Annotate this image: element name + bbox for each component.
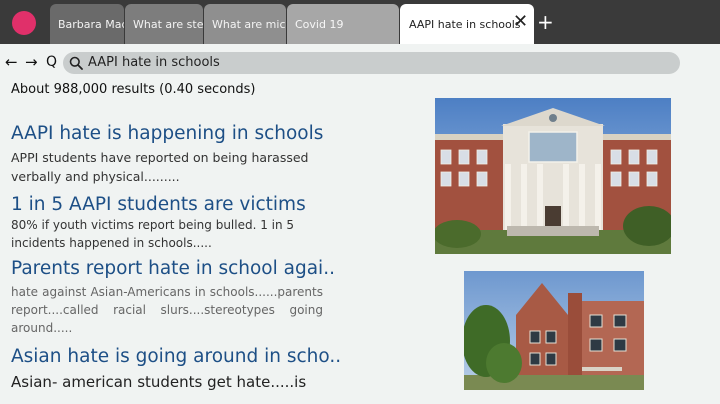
plus-icon[interactable]: + [537,11,554,33]
result-snippet: hate against Asian-Americans in schools.… [11,285,323,335]
results-stats: About 988,000 results (0.40 seconds) [11,82,256,97]
app-logo-icon[interactable] [12,11,36,35]
brick-school-image[interactable] [464,271,644,390]
search-input[interactable]: AAPI hate in schools [63,52,680,74]
search-query: AAPI hate in schools [88,55,220,70]
tab-label: What are micr... [212,18,286,31]
tab-label: Barbara Mad [58,18,124,31]
reload-icon[interactable]: Q [46,53,57,71]
search-result: AAPI hate is happening in schools APPI s… [11,123,331,186]
result-snippet: APPI students have reported on being har… [11,150,309,184]
tab-covid-19[interactable]: Covid 19 [287,4,399,44]
navigation-bar: ← → Q AAPI hate in schools [0,50,720,76]
forward-arrow-icon[interactable]: → [25,53,38,71]
result-title-link[interactable]: Asian hate is going around in scho.. [11,346,341,368]
search-icon [69,56,83,70]
tab-label: What are ster [133,18,203,31]
tab-label: Covid 19 [295,18,344,31]
search-result: Parents report hate in school agai.. hat… [11,258,335,337]
search-result: 1 in 5 AAPI students are victims 80% if … [11,194,331,252]
result-title-link[interactable]: 1 in 5 AAPI students are victims [11,194,331,216]
result-snippet: Asian- american students get hate.....is [11,373,307,391]
result-title-link[interactable]: Parents report hate in school agai.. [11,258,335,280]
result-snippet: 80% if youth victims report being bulled… [11,218,295,250]
tab-bar: Barbara Mad What are ster What are micr.… [0,0,720,44]
tab-label: AAPI hate in schools [409,18,521,31]
search-result: Asian hate is going around in scho.. Asi… [11,346,341,393]
tab-what-are-ster[interactable]: What are ster [125,4,203,44]
tab-what-are-micr[interactable]: What are micr... [204,4,286,44]
tab-barbara[interactable]: Barbara Mad [50,4,124,44]
back-arrow-icon[interactable]: ← [5,53,18,71]
close-icon[interactable]: ✕ [513,13,531,31]
result-title-link[interactable]: AAPI hate is happening in schools [11,123,331,145]
school-building-image[interactable] [435,98,671,254]
